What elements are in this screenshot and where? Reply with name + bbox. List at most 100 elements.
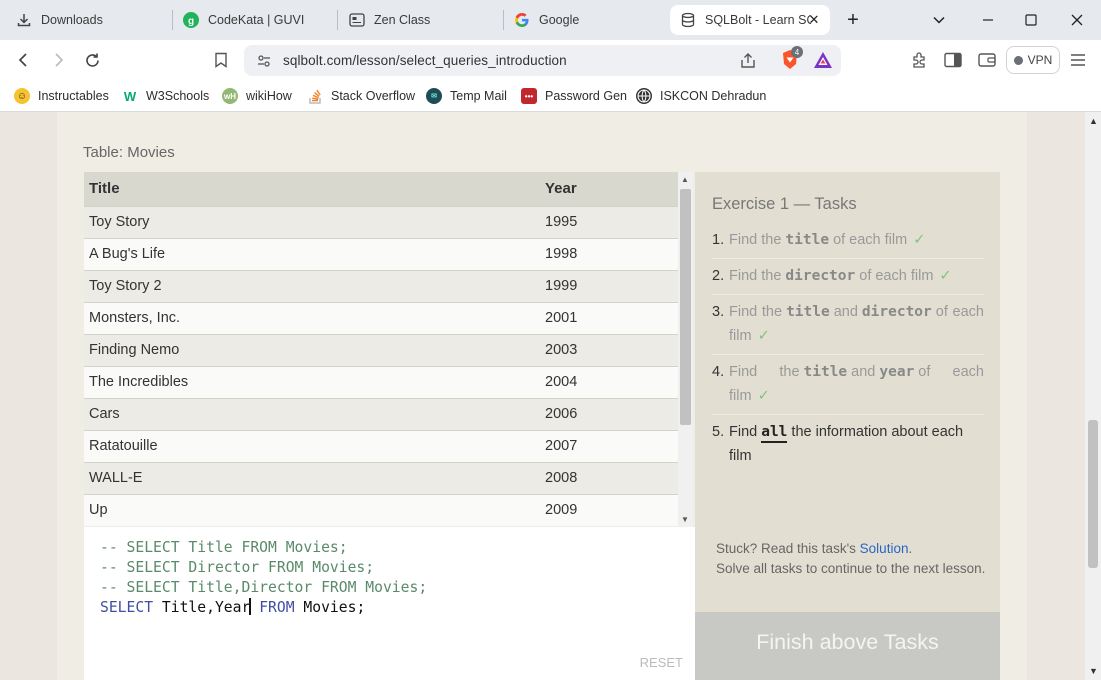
new-tab-icon[interactable]: + (841, 8, 865, 32)
forward-icon[interactable] (46, 48, 70, 72)
password-gen-icon: ••• (521, 88, 537, 104)
sql-code[interactable]: -- SELECT Title FROM Movies; -- SELECT Di… (100, 538, 427, 618)
task-code: director (785, 268, 856, 284)
task-item-current: 5. Find all the information about each fil… (712, 415, 984, 474)
bookmark-password-gen[interactable]: ••• Password Gen (521, 86, 627, 106)
bookmarks-bar: ☺ Instructables W W3Schools wH wikiHow S… (0, 80, 1101, 112)
table-caption: Table: Movies (83, 144, 175, 161)
reset-button[interactable]: RESET (640, 655, 683, 670)
solution-link[interactable]: Solution (860, 541, 909, 556)
vpn-button[interactable]: VPN (1006, 46, 1060, 74)
zen-class-icon (349, 12, 365, 28)
scroll-down-arrow-icon[interactable]: ▼ (681, 515, 689, 524)
task-number: 2. (712, 268, 725, 284)
task-text: Find (729, 424, 758, 440)
sidebar-icon[interactable] (941, 48, 965, 72)
share-icon[interactable] (739, 52, 757, 75)
bookmark-stackoverflow[interactable]: Stack Overflow (307, 86, 415, 106)
scroll-down-arrow-icon[interactable]: ▼ (1089, 666, 1098, 676)
task-item: 2. Find the director of each film ✓ (712, 259, 984, 295)
query-columns: Title,Year (161, 599, 251, 616)
help-text: Stuck? Read this task's Solution. Solve … (716, 539, 986, 579)
reload-icon[interactable] (80, 48, 104, 72)
bookmark-instructables[interactable]: ☺ Instructables (14, 86, 109, 106)
query-table: Movies; (303, 599, 366, 616)
cell-year: 2008 (540, 461, 678, 494)
tab-label: SQLBolt - Learn SQ (705, 13, 811, 27)
bookmark-iskcon[interactable]: ISKCON Dehradun (636, 86, 766, 106)
scroll-up-arrow-icon[interactable]: ▲ (1089, 116, 1098, 126)
brave-shields-icon[interactable]: 4 (780, 46, 803, 76)
code-comment-line: -- SELECT Title,Director FROM Movies; (100, 579, 428, 596)
bookmark-wikihow[interactable]: wH wikiHow (222, 86, 292, 106)
code-comment-line: -- SELECT Director FROM Movies; (100, 559, 375, 576)
wallet-icon[interactable] (975, 48, 999, 72)
page-scrollbar[interactable]: ▲ ▼ (1085, 112, 1101, 680)
bookmark-label: Stack Overflow (331, 89, 416, 103)
task-number: 1. (712, 232, 725, 248)
maximize-icon[interactable] (1019, 8, 1043, 32)
task-text: Find the (729, 232, 782, 248)
table-row: Up 2009 (84, 493, 678, 526)
tab-zen-class[interactable]: Zen Class (349, 6, 499, 34)
code-query-line: SELECT Title,Year FROM Movies; (100, 598, 427, 618)
table-scrollbar[interactable]: ▲ ▼ (678, 172, 693, 527)
close-window-icon[interactable] (1065, 8, 1089, 32)
finish-tasks-button[interactable]: Finish above Tasks (695, 612, 1000, 680)
cell-title: Toy Story 2 (84, 269, 540, 302)
bookmark-icon[interactable] (209, 48, 233, 72)
task-code: title (803, 364, 848, 380)
table-row: Monsters, Inc. 2001 (84, 301, 678, 334)
cell-title: Finding Nemo (84, 333, 540, 366)
keyword-select: SELECT (100, 599, 154, 616)
bookmark-label: Temp Mail (450, 89, 507, 103)
site-info-icon[interactable] (256, 53, 272, 74)
bookmark-tempmail[interactable]: ✉ Temp Mail (426, 86, 507, 106)
menu-icon[interactable] (1066, 48, 1090, 72)
back-icon[interactable] (12, 48, 36, 72)
code-comment-line: -- SELECT Title FROM Movies; (100, 539, 348, 556)
cell-year: 2009 (540, 493, 678, 526)
exercise-panel: Exercise 1 — Tasks 1. Find the title of ea… (695, 172, 1000, 680)
close-tab-icon[interactable]: ✕ (804, 10, 824, 30)
tab-codekata[interactable]: g CodeKata | GUVI (183, 6, 333, 34)
tab-label: Google (539, 13, 580, 27)
chevron-down-icon[interactable] (927, 8, 951, 32)
extensions-icon[interactable] (908, 48, 932, 72)
bookmark-w3schools[interactable]: W W3Schools (122, 86, 209, 106)
task-text: of each film (859, 268, 934, 284)
task-item: 4. Find the title and year of each film ✓ (712, 355, 984, 415)
text-cursor (249, 598, 252, 615)
exercise-title: Exercise 1 — Tasks (712, 195, 857, 213)
tab-sqlbolt[interactable]: SQLBolt - Learn SQ ✕ (670, 5, 830, 35)
checkmark-icon: ✓ (757, 388, 770, 404)
stuck-text: Stuck? Read this task's (716, 541, 856, 556)
svg-text:g: g (188, 16, 194, 27)
cell-title: A Bug's Life (84, 237, 540, 270)
cell-year: 1995 (540, 205, 678, 238)
scroll-up-arrow-icon[interactable]: ▲ (681, 175, 689, 184)
table-scrollbar-thumb[interactable] (680, 189, 691, 425)
cell-title: Up (84, 493, 540, 526)
bookmark-label: W3Schools (146, 89, 210, 103)
address-bar[interactable]: sqlbolt.com/lesson/select_queries_introd… (244, 45, 841, 76)
task-text: and (851, 364, 876, 380)
tab-downloads[interactable]: Downloads (16, 6, 166, 34)
sql-editor[interactable]: -- SELECT Title FROM Movies; -- SELECT Di… (84, 527, 695, 680)
page-scrollbar-thumb[interactable] (1088, 420, 1098, 568)
cell-title: Cars (84, 397, 540, 430)
minimize-icon[interactable] (976, 8, 1000, 32)
globe-icon (636, 88, 652, 104)
task-text: Find the (729, 304, 783, 320)
table-header-row: Title Year (84, 172, 678, 206)
bookmark-label: Password Gen (545, 89, 627, 103)
task-number: 4. (712, 364, 725, 380)
task-code: title (785, 232, 830, 248)
task-code: all (761, 424, 788, 443)
tab-strip: Downloads g CodeKata | GUVI Zen Class Go… (0, 0, 1101, 40)
brave-rewards-icon[interactable] (813, 51, 833, 74)
keyword-from: FROM (259, 599, 295, 616)
tab-label: Zen Class (374, 13, 431, 27)
task-item: 1. Find the title of each film ✓ (712, 223, 984, 259)
tab-google[interactable]: Google (514, 6, 664, 34)
